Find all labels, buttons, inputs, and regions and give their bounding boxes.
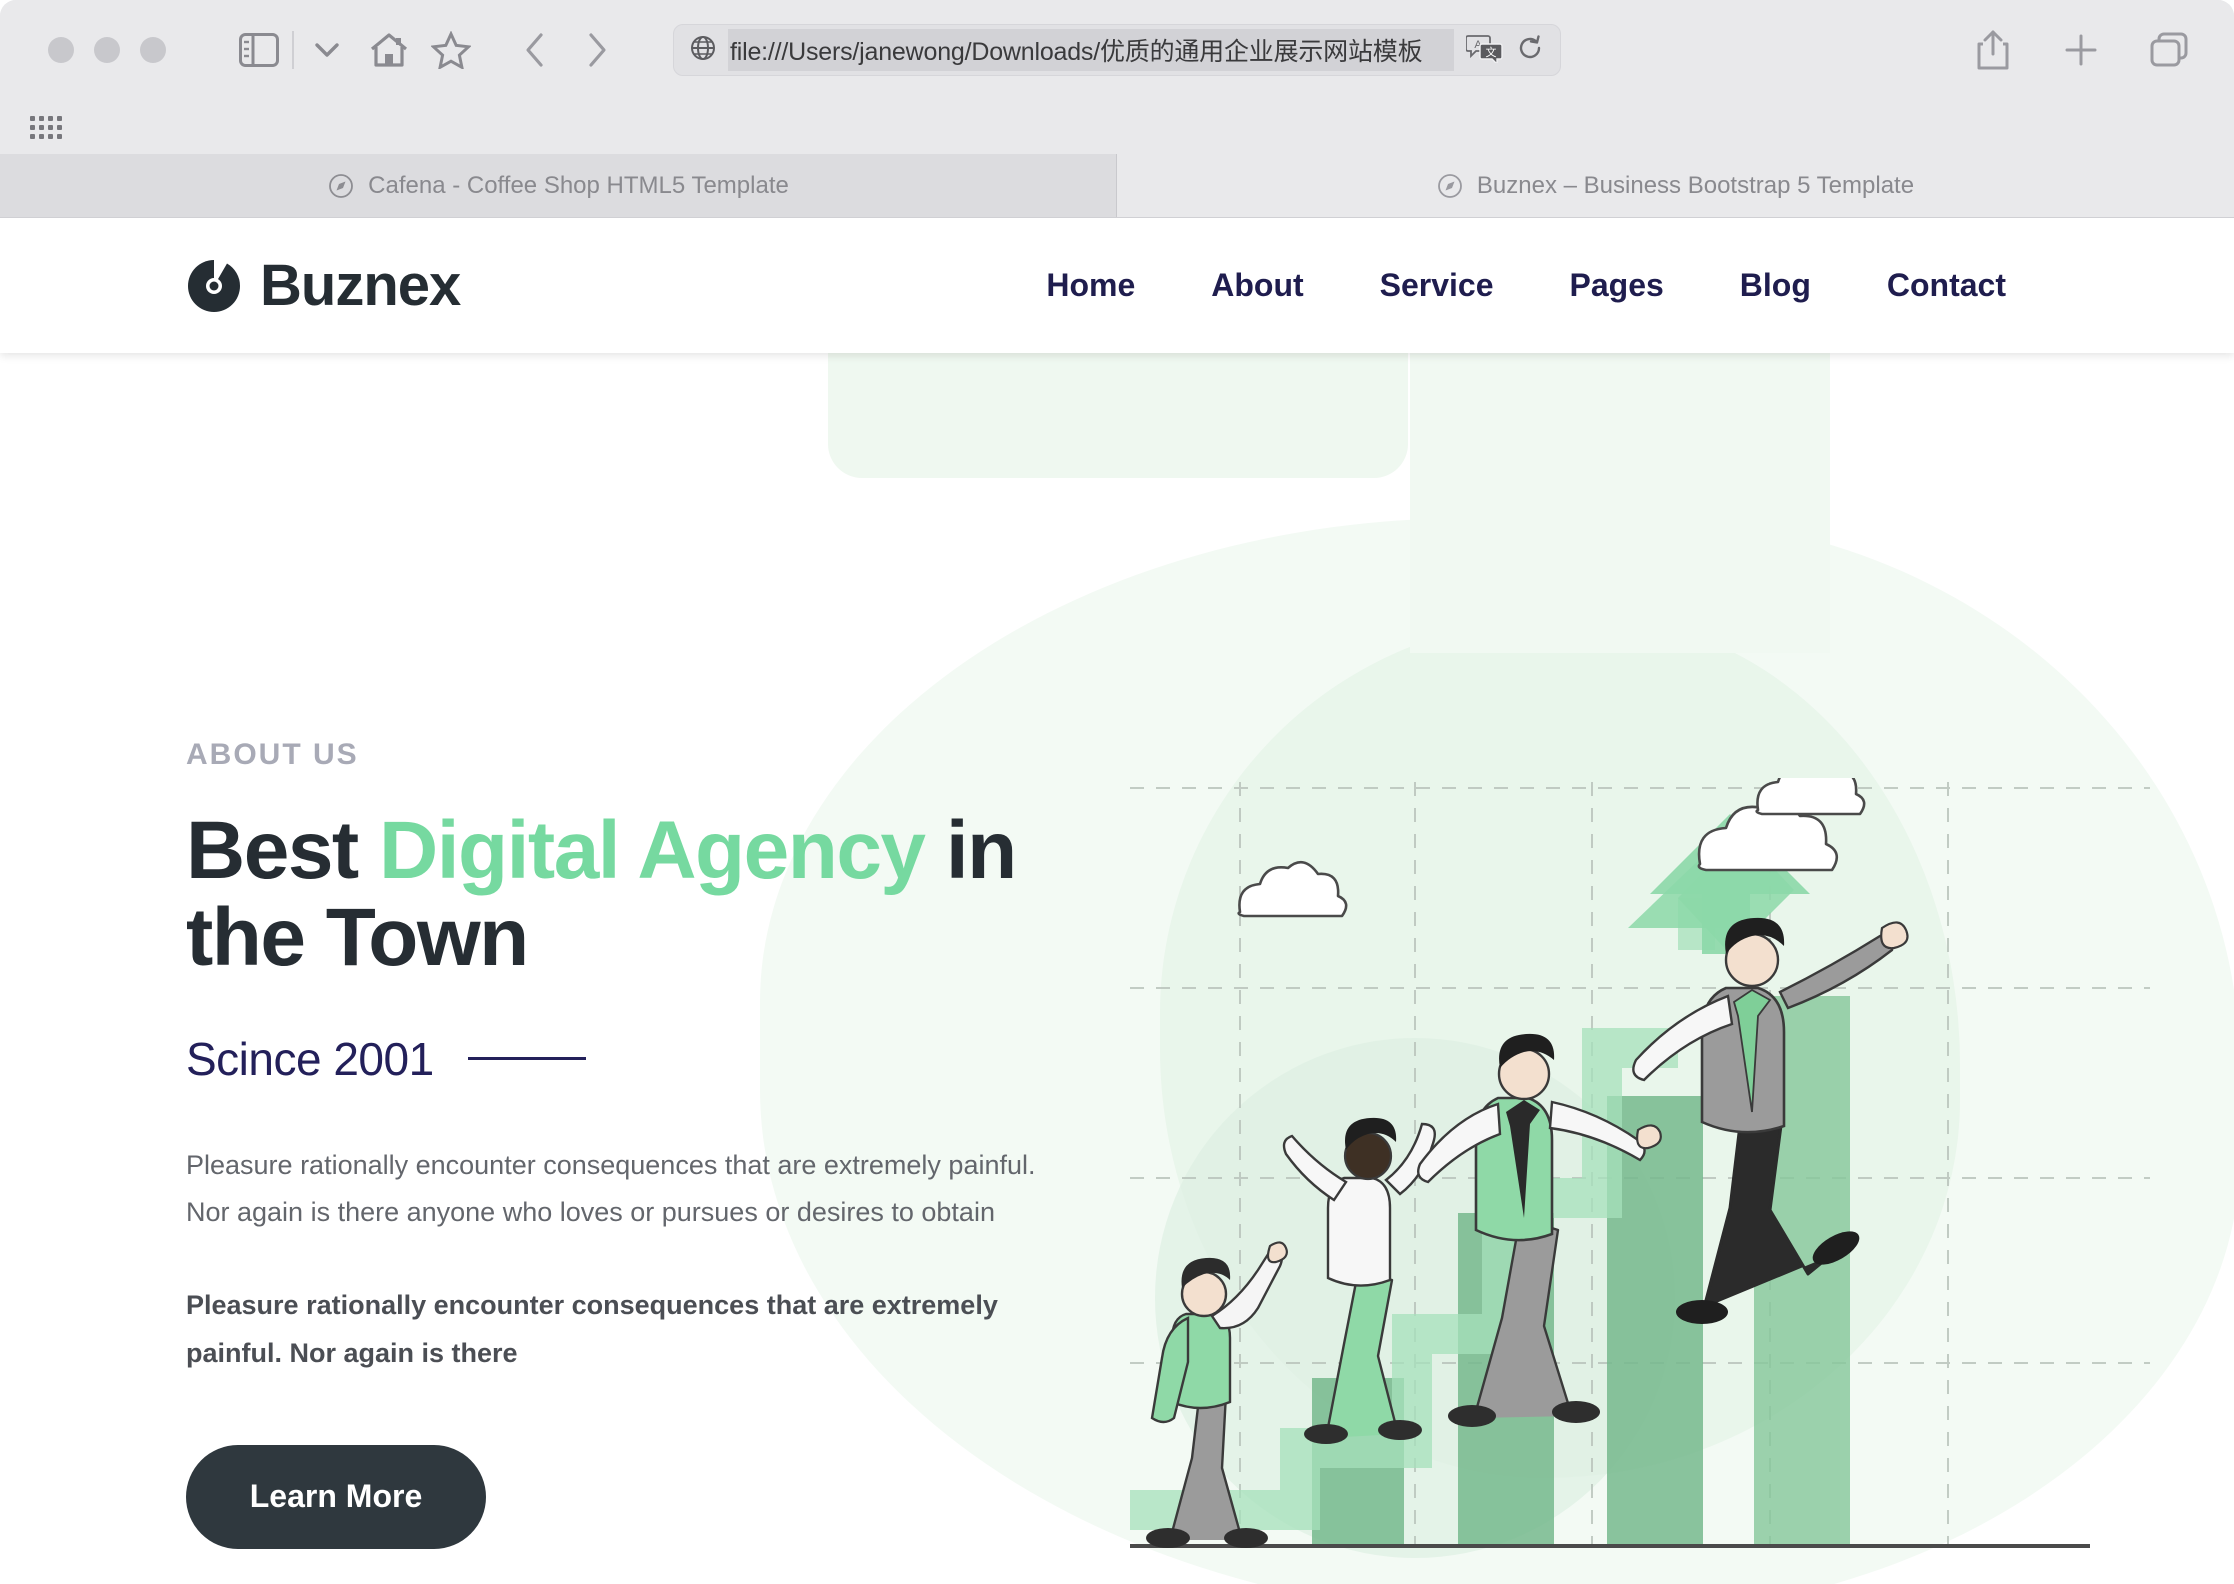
tab-cafena[interactable]: Cafena - Coffee Shop HTML5 Template xyxy=(0,154,1117,217)
compass-icon xyxy=(328,173,354,199)
page-title: Best Digital Agency in the Town xyxy=(186,805,1146,982)
since-divider xyxy=(467,1057,586,1061)
favorites-row xyxy=(0,100,2234,154)
buznex-logo-icon xyxy=(186,258,242,314)
window-controls xyxy=(48,37,166,63)
tab-overview-icon[interactable] xyxy=(2138,19,2200,81)
home-icon[interactable] xyxy=(358,19,420,81)
translate-icon[interactable]: A 文 xyxy=(1465,33,1504,68)
forward-chevron-icon[interactable] xyxy=(566,19,628,81)
tab-title: Buznex – Business Bootstrap 5 Template xyxy=(1476,171,1915,199)
sidebar-icon[interactable] xyxy=(228,19,290,81)
site-logo[interactable]: Buznex xyxy=(186,252,461,319)
title-accent: Digital Agency xyxy=(379,805,926,896)
browser-window: file:///Users/janewong/Downloads/优质的通用企业… xyxy=(0,0,2234,1584)
nav-item-home[interactable]: Home xyxy=(1008,267,1173,304)
browser-toolbar: file:///Users/janewong/Downloads/优质的通用企业… xyxy=(0,0,2234,100)
hero-paragraph-bold: Pleasure rationally encounter consequenc… xyxy=(186,1290,998,1368)
globe-icon xyxy=(690,35,716,66)
web-page-content: ABOUT US Best Digital Agency in the Town… xyxy=(0,218,2234,1584)
hero-paragraph: Pleasure rationally encounter consequenc… xyxy=(186,1149,1036,1228)
nav-item-contact[interactable]: Contact xyxy=(1849,267,2044,304)
tab-buznex[interactable]: Buznex – Business Bootstrap 5 Template xyxy=(1117,154,2234,217)
compass-icon xyxy=(1437,173,1463,199)
back-chevron-icon[interactable] xyxy=(504,19,566,81)
svg-text:文: 文 xyxy=(1486,45,1497,59)
star-icon[interactable] xyxy=(420,19,482,81)
tab-title: Cafena - Coffee Shop HTML5 Template xyxy=(368,171,789,199)
reload-icon[interactable] xyxy=(1516,34,1544,67)
nav-item-pages[interactable]: Pages xyxy=(1532,267,1702,304)
minimize-window-button[interactable] xyxy=(94,37,120,63)
address-bar-container: file:///Users/janewong/Downloads/优质的通用企业… xyxy=(673,24,1561,76)
since-row: Scince 2001 xyxy=(186,1032,1146,1086)
title-part-1: Best xyxy=(186,805,380,896)
hero-text-column: ABOUT US Best Digital Agency in the Town… xyxy=(186,738,1146,1549)
background-blob-soft xyxy=(1410,353,1830,653)
plus-icon[interactable] xyxy=(2050,19,2112,81)
close-window-button[interactable] xyxy=(48,37,74,63)
maximize-window-button[interactable] xyxy=(140,37,166,63)
background-pill-shape xyxy=(828,353,1408,478)
address-bar-text[interactable]: file:///Users/janewong/Downloads/优质的通用企业… xyxy=(728,29,1454,71)
section-eyebrow: ABOUT US xyxy=(186,738,359,771)
address-bar[interactable]: file:///Users/janewong/Downloads/优质的通用企业… xyxy=(673,24,1561,76)
toolbar-divider xyxy=(292,31,294,69)
since-label: Scince 2001 xyxy=(186,1032,434,1085)
share-icon[interactable] xyxy=(1962,19,2024,81)
chevron-down-icon[interactable] xyxy=(296,19,358,81)
main-navigation: Home About Service Pages Blog Contact xyxy=(1008,267,2044,304)
hero-section: ABOUT US Best Digital Agency in the Town… xyxy=(0,218,2234,1584)
app-grid-icon[interactable] xyxy=(30,110,64,144)
site-header: Buznex Home About Service Pages Blog Con… xyxy=(0,218,2234,353)
nav-item-blog[interactable]: Blog xyxy=(1702,267,1849,304)
nav-item-about[interactable]: About xyxy=(1173,267,1341,304)
nav-item-service[interactable]: Service xyxy=(1342,267,1532,304)
toolbar-right-icons xyxy=(1962,0,2200,100)
hero-illustration xyxy=(1130,778,2150,1558)
tab-strip: Cafena - Coffee Shop HTML5 Template Buzn… xyxy=(0,154,2234,218)
brand-name: Buznex xyxy=(260,253,461,318)
growth-teamwork-illustration xyxy=(1130,778,2150,1548)
learn-more-button[interactable]: Learn More xyxy=(186,1444,486,1549)
toolbar-left-icons xyxy=(228,19,628,81)
